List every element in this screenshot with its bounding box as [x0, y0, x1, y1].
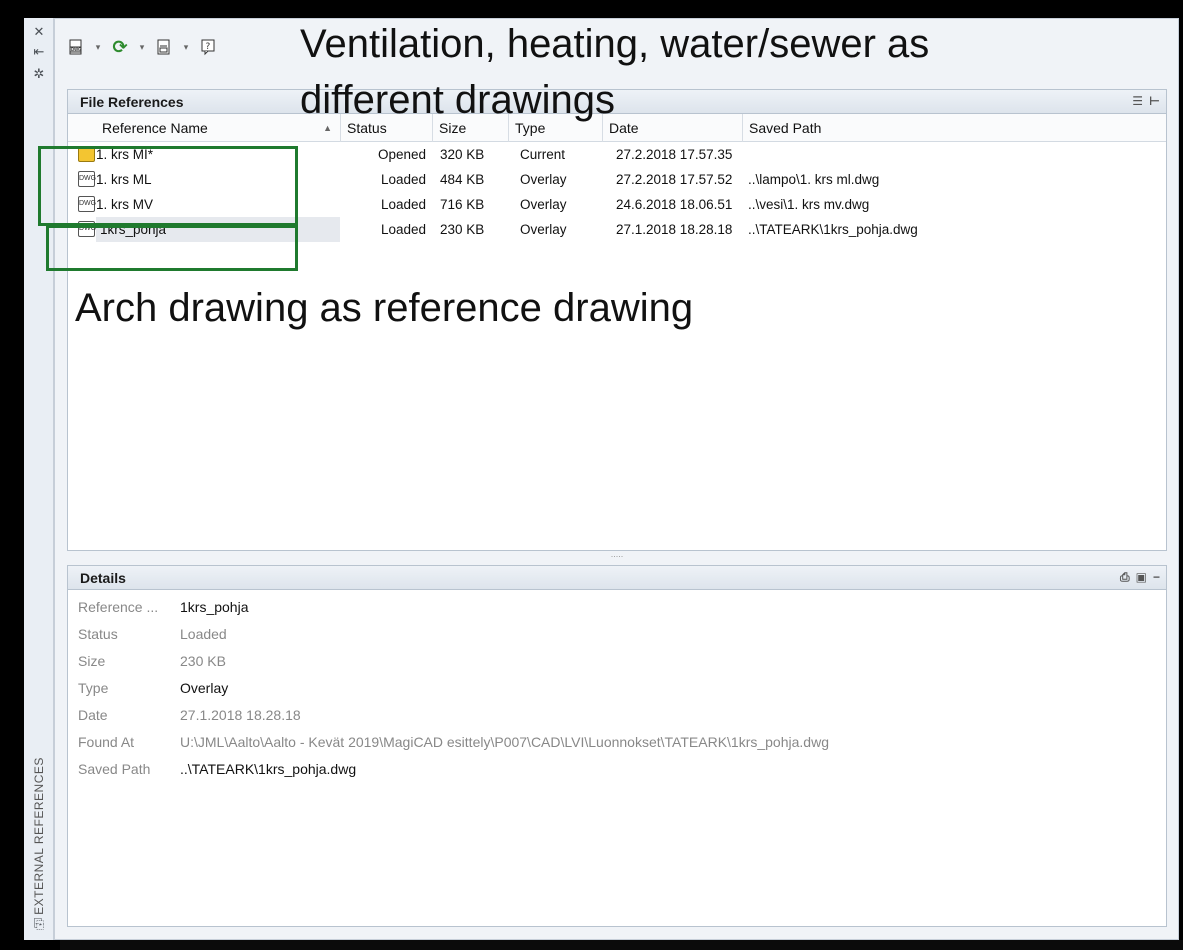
detail-value[interactable]: 1krs_pohja: [180, 594, 249, 621]
toolbar: DWG ▾ ⟳ ▾ ▾ ?: [65, 33, 219, 61]
detail-value: 230 KB: [180, 653, 226, 669]
annotation-arch-drawing: Arch drawing as reference drawing: [75, 286, 694, 330]
highlight-box-arch-drawing: [46, 225, 298, 271]
detail-row: Size 230 KB: [68, 648, 1166, 675]
reference-size: 320 KB: [440, 147, 485, 162]
detail-label: Type: [78, 680, 109, 696]
detail-value: Loaded: [180, 626, 227, 642]
change-path-icon[interactable]: [153, 36, 175, 58]
details-body: Reference ... 1krs_pohja Status Loaded S…: [68, 590, 1166, 783]
detail-label: Status: [78, 626, 118, 642]
close-icon[interactable]: ✕: [30, 24, 48, 40]
reference-date: 27.2.2018 17.57.35: [616, 147, 733, 162]
detail-row: Type Overlay: [68, 675, 1166, 702]
pane-splitter[interactable]: .....: [67, 550, 1167, 561]
detail-row: Saved Path ..\TATEARK\1krs_pohja.dwg: [68, 756, 1166, 783]
file-references-header: File References ☰ ⊢: [68, 90, 1166, 114]
reference-date: 27.2.2018 17.57.52: [616, 172, 733, 187]
detail-value: U:\JML\Aalto\Aalto - Kevät 2019\MagiCAD …: [180, 734, 829, 750]
reference-size: 484 KB: [440, 172, 485, 187]
column-saved-path[interactable]: Saved Path: [742, 114, 1166, 142]
preview-icon[interactable]: ▣: [1136, 570, 1147, 585]
reference-type: Overlay: [520, 197, 567, 212]
reference-path: ..\vesi\1. krs mv.dwg: [748, 197, 870, 212]
reference-status: Loaded: [380, 197, 426, 212]
palette-title: EXTERNAL REFERENCES: [32, 757, 47, 915]
change-path-dropdown-arrow[interactable]: ▾: [181, 42, 191, 53]
reference-date: 27.1.2018 18.28.18: [616, 222, 733, 237]
detail-label: Size: [78, 653, 106, 669]
attach-dwg-icon[interactable]: DWG: [65, 36, 87, 58]
detail-row: Found At U:\JML\Aalto\Aalto - Kevät 2019…: [68, 729, 1166, 756]
reference-path: ..\lampo\1. krs ml.dwg: [748, 172, 880, 187]
collapse-icon[interactable]: −: [1153, 570, 1160, 585]
reference-path: ..\TATEARK\1krs_pohja.dwg: [748, 222, 918, 237]
tree-view-icon[interactable]: ⊢: [1149, 94, 1160, 108]
detail-label: Found At: [78, 734, 135, 750]
detail-value[interactable]: ..\TATEARK\1krs_pohja.dwg: [180, 756, 356, 783]
details-title: Details: [80, 569, 126, 586]
detail-row: Date 27.1.2018 18.28.18: [68, 702, 1166, 729]
detail-value: 27.1.2018 18.28.18: [180, 707, 301, 723]
refresh-dropdown-arrow[interactable]: ▾: [137, 42, 147, 53]
detail-row: Reference ... 1krs_pohja: [68, 594, 1166, 621]
table-header: Reference Name ▲ Status Size Type Date S…: [68, 114, 1166, 142]
reference-size: 230 KB: [440, 222, 485, 237]
palette-menu-icon[interactable]: ⎘: [30, 916, 48, 932]
details-header: Details ⎙ ▣ −: [68, 566, 1166, 590]
reference-status: Loaded: [380, 172, 426, 187]
details-section: Details ⎙ ▣ − Reference ... 1krs_pohja S…: [67, 565, 1167, 927]
column-date[interactable]: Date: [602, 114, 742, 142]
reference-type: Current: [520, 147, 566, 162]
reference-status: Loaded: [380, 222, 426, 237]
annotation-ventilation: Ventilation, heating, water/sewer as: [300, 22, 930, 66]
svg-text:DWG: DWG: [71, 47, 81, 52]
file-references-title: File References: [80, 93, 184, 110]
highlight-box-mep-drawings: [38, 146, 298, 226]
pin-icon[interactable]: ⇤: [30, 44, 48, 60]
detail-label: Date: [78, 707, 108, 723]
refresh-icon[interactable]: ⟳: [109, 36, 131, 58]
attach-dropdown-arrow[interactable]: ▾: [93, 42, 103, 53]
detail-label: Reference ...: [78, 599, 159, 615]
annotation-different-drawings: different drawings: [300, 78, 615, 122]
svg-text:?: ?: [206, 42, 211, 52]
detail-row: Status Loaded: [68, 621, 1166, 648]
reference-date: 24.6.2018 18.06.51: [616, 197, 733, 212]
reference-size: 716 KB: [440, 197, 485, 212]
detail-label: Saved Path: [78, 761, 151, 777]
detail-value[interactable]: Overlay: [180, 675, 228, 702]
details-view-icon[interactable]: ⎙: [1120, 570, 1130, 585]
reference-type: Overlay: [520, 172, 567, 187]
reference-type: Overlay: [520, 222, 567, 237]
list-view-icon[interactable]: ☰: [1132, 94, 1143, 108]
reference-status: Opened: [377, 147, 426, 162]
drawing-area-edge: [60, 940, 1183, 950]
help-icon[interactable]: ?: [197, 36, 219, 58]
settings-icon[interactable]: ✲: [30, 66, 48, 82]
